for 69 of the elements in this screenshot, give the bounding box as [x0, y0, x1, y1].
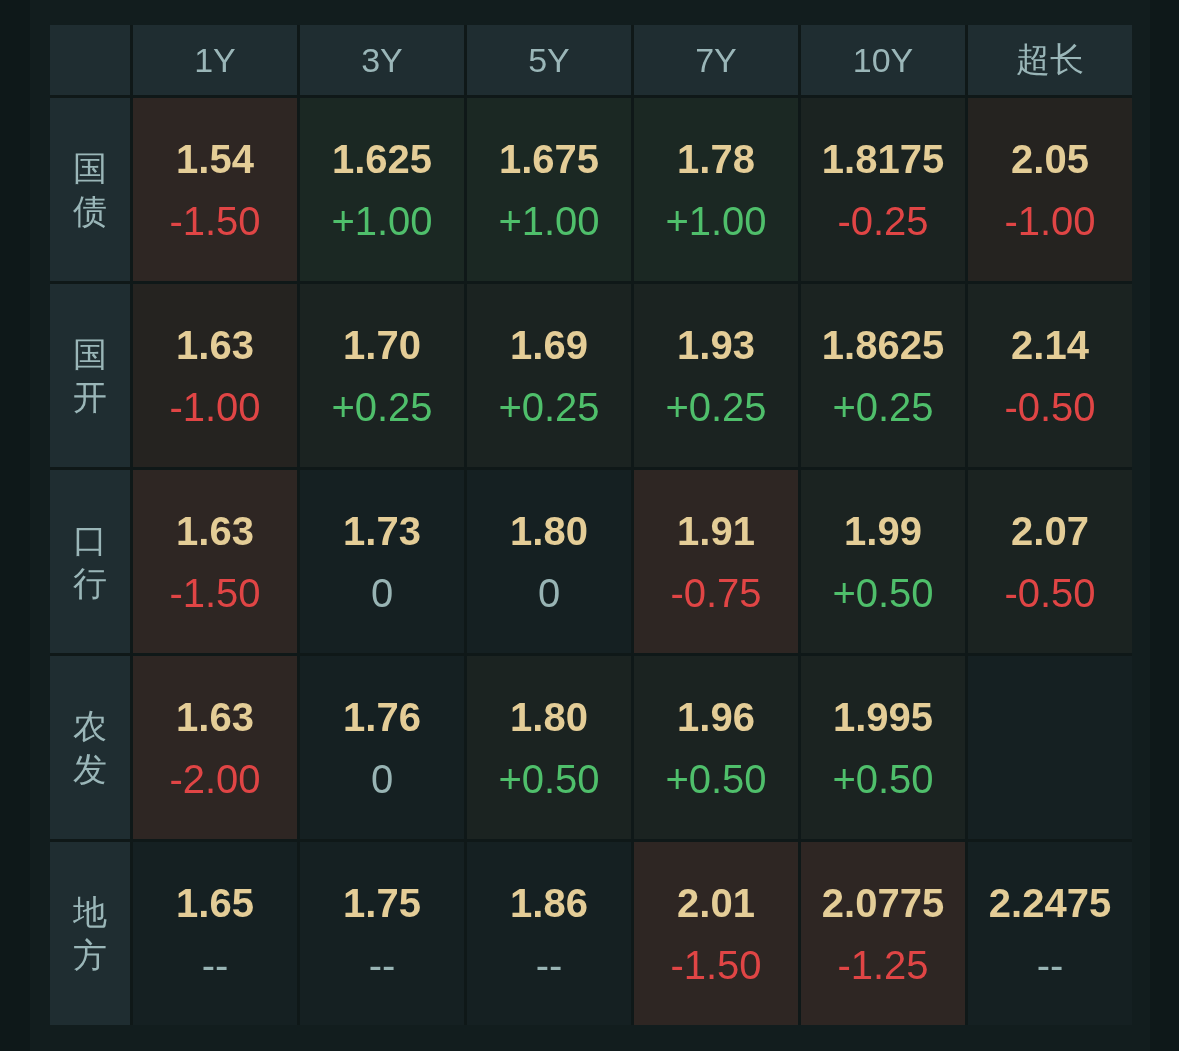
rate-value: 1.86	[510, 879, 588, 927]
rate-value: 1.675	[498, 135, 600, 183]
change-value: -0.50	[1004, 569, 1096, 617]
change-value: -1.00	[1004, 197, 1096, 245]
row-label: 地方	[73, 891, 107, 976]
change-value: -1.25	[837, 941, 929, 989]
row-label: 国开	[73, 333, 107, 418]
change-value: +0.25	[665, 383, 767, 431]
change-value: +0.50	[832, 569, 934, 617]
rate-value: 2.01	[677, 879, 755, 927]
rate-value: 1.63	[176, 321, 254, 369]
row-label: 口行	[73, 519, 107, 604]
rate-value: 2.0775	[821, 879, 945, 927]
rate-value: 1.8625	[821, 321, 945, 369]
column-header: 5Y	[467, 25, 631, 95]
rate-value: 1.63	[176, 507, 254, 555]
rate-value: 1.75	[343, 879, 421, 927]
rate-value: 1.63	[176, 693, 254, 741]
rate-value: 1.73	[343, 507, 421, 555]
change-value: -2.00	[169, 755, 261, 803]
change-value: +0.25	[498, 383, 600, 431]
rate-value: 1.54	[176, 135, 254, 183]
change-value: --	[1036, 941, 1064, 989]
rate-value: 2.14	[1011, 321, 1089, 369]
change-value: -0.25	[837, 197, 929, 245]
rate-value: 1.93	[677, 321, 755, 369]
change-value: --	[368, 941, 396, 989]
rate-value: 1.995	[832, 693, 934, 741]
row-label: 国债	[73, 147, 107, 232]
change-value: --	[201, 941, 229, 989]
change-value: +0.25	[331, 383, 433, 431]
rate-value: 1.78	[677, 135, 755, 183]
rate-value: 1.99	[844, 507, 922, 555]
rate-value: 1.65	[176, 879, 254, 927]
column-header: 7Y	[634, 25, 798, 95]
column-header: 1Y	[133, 25, 297, 95]
change-value: 0	[370, 755, 394, 803]
rate-value: 2.2475	[988, 879, 1112, 927]
rate-value: 1.91	[677, 507, 755, 555]
change-value: +0.25	[832, 383, 934, 431]
change-value: 0	[537, 569, 561, 617]
change-value: --	[535, 941, 563, 989]
column-header: 超长	[968, 25, 1132, 95]
change-value: -1.50	[169, 197, 261, 245]
row-label: 农发	[73, 705, 107, 790]
rate-value: 2.05	[1011, 135, 1089, 183]
change-value: 0	[370, 569, 394, 617]
rate-value: 1.80	[510, 693, 588, 741]
change-value: -0.75	[670, 569, 762, 617]
change-value: -0.50	[1004, 383, 1096, 431]
rate-value: 1.8175	[821, 135, 945, 183]
change-value: +0.50	[498, 755, 600, 803]
rate-value: 2.07	[1011, 507, 1089, 555]
change-value: +0.50	[832, 755, 934, 803]
column-header: 3Y	[300, 25, 464, 95]
rate-value: 1.625	[331, 135, 433, 183]
change-value: +1.00	[331, 197, 433, 245]
change-value: -1.00	[169, 383, 261, 431]
rate-value: 1.80	[510, 507, 588, 555]
rate-value: 1.69	[510, 321, 588, 369]
change-value: +1.00	[498, 197, 600, 245]
change-value: +0.50	[665, 755, 767, 803]
change-value: +1.00	[665, 197, 767, 245]
column-header: 10Y	[801, 25, 965, 95]
rate-value: 1.70	[343, 321, 421, 369]
change-value: -1.50	[169, 569, 261, 617]
change-value: -1.50	[670, 941, 762, 989]
rate-value: 1.96	[677, 693, 755, 741]
rate-value: 1.76	[343, 693, 421, 741]
